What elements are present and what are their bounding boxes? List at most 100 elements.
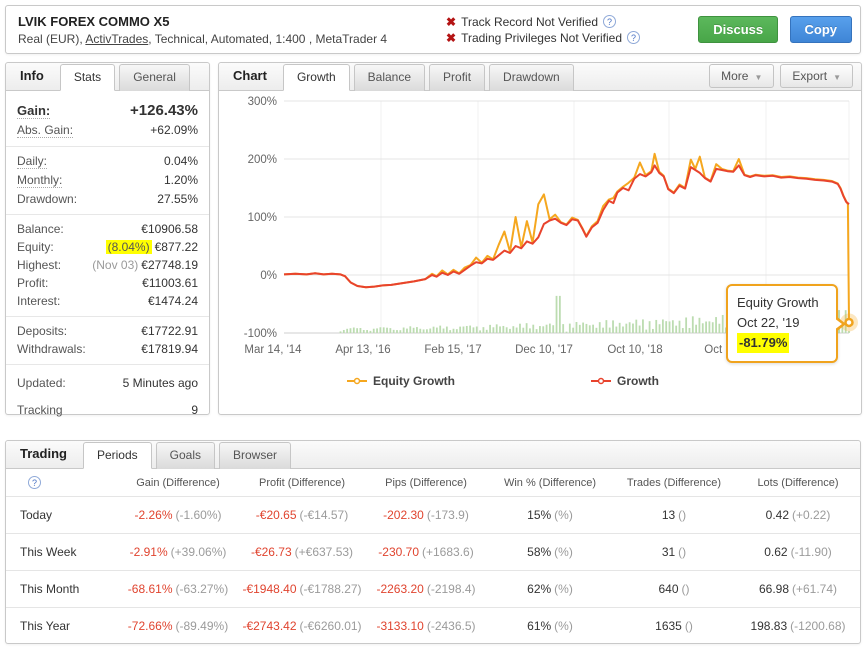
cell-value: -€26.73 [251,545,292,559]
stat-value: +126.43% [130,102,198,119]
cell-difference: (+€637.53) [295,545,353,559]
chevron-down-icon: ▼ [833,73,841,82]
stat-row: Highest:(Nov 03)€27748.19 [6,256,209,274]
cell-difference: (%) [554,619,573,633]
cell-value: 0.42 [766,508,789,522]
stat-value: €10906.58 [141,222,198,236]
stat-number: 5 Minutes ago [123,376,198,390]
cell-difference: (-63.27%) [176,582,229,596]
y-tick-label: 0% [260,270,277,282]
column-header: Profit (Difference) [240,477,364,489]
help-icon[interactable]: ? [603,15,616,28]
period-label: Today [6,508,116,522]
tooltip-series: Equity Growth [737,293,827,313]
stat-group: Deposits:€17722.91Withdrawals:€17819.94 [6,316,209,360]
table-body: Today-2.26%(-1.60%)-€20.65(-€14.57)-202.… [6,496,860,644]
tab-profit[interactable]: Profit [429,64,485,91]
cell-value: -230.70 [378,545,419,559]
discuss-button[interactable]: Discuss [698,16,778,43]
stat-row: Balance: €10906.58 [6,220,209,238]
stat-number: €17819.94 [141,342,198,356]
stat-value: 0.04% [164,154,198,168]
trading-panel-label: Trading [14,446,83,468]
cell-value: 61% [527,619,551,633]
stat-label: Highest: [17,258,61,272]
table-cell: 1635() [612,619,736,633]
stat-value: 27.55% [157,192,198,206]
stat-number: €11003.61 [142,276,198,290]
table-help-cell: ? [6,476,116,489]
cell-difference: (-1.60%) [176,508,222,522]
tab-stats[interactable]: Stats [60,64,115,91]
stat-row: Equity:(8.04%)€877.22 [6,238,209,256]
sidebar-tabs: StatsGeneral [60,64,194,90]
cell-difference: (-89.49%) [176,619,229,633]
x-tick-label: Mar 14, '14 [244,344,302,356]
stat-group: Gain:+126.43%Abs. Gain:+62.09% [6,98,209,142]
not-verified-icon: ✖ [446,15,456,29]
column-header: Lots (Difference) [736,477,860,489]
cell-value: 31 [662,545,675,559]
more-button[interactable]: More▼ [709,64,774,88]
growth-chart[interactable]: 300%200%100%0%-100%Mar 14, '14Apr 13, '1… [219,91,863,416]
cell-value: 640 [658,582,678,596]
stat-row: Tracking9 [6,397,209,424]
table-cell: -202.30(-173.9) [364,508,488,522]
broker-link[interactable]: ActivTrades [85,32,148,46]
chart-toolbar: More▼ Export▼ [709,64,853,90]
cell-difference: (-173.9) [427,508,469,522]
cell-difference: (+61.74) [792,582,837,596]
cell-value: -€2743.42 [242,619,296,633]
help-icon[interactable]: ? [28,476,41,489]
copy-button[interactable]: Copy [790,16,853,43]
legend-item[interactable]: Equity Growth [373,374,455,388]
cell-difference: () [678,508,686,522]
table-cell: 0.62(-11.90) [736,545,860,559]
stat-label: Tracking [17,403,63,417]
cell-difference: (-11.90) [791,545,832,559]
stat-value: €11003.61 [142,276,198,290]
stat-value: +62.09% [150,123,198,137]
verification-block: ✖Track Record Not Verified?✖Trading Priv… [446,13,698,47]
tab-growth[interactable]: Growth [283,64,350,91]
cell-difference: (+0.22) [792,508,830,522]
cell-value: -€1948.40 [242,582,296,596]
table-cell: -€20.65(-€14.57) [240,508,364,522]
tab-general[interactable]: General [119,64,190,91]
x-tick-label: Dec 10, '17 [515,344,573,356]
verification-line: ✖Track Record Not Verified? [446,15,698,29]
table-cell: -72.66%(-89.49%) [116,619,240,633]
account-header-bar: LVIK FOREX COMMO X5 Real (EUR), ActivTra… [5,5,861,54]
period-label: This Week [6,545,116,559]
export-button[interactable]: Export▼ [780,64,853,88]
cell-difference: (+39.06%) [171,545,227,559]
tab-drawdown[interactable]: Drawdown [489,64,574,91]
stat-group: Daily:0.04%Monthly:1.20%Drawdown:27.55% [6,146,209,210]
tab-balance[interactable]: Balance [354,64,425,91]
legend-item[interactable]: Growth [617,374,659,388]
stat-row: Profit:€11003.61 [6,274,209,292]
column-header: Pips (Difference) [364,477,488,489]
cell-value: 66.98 [759,582,789,596]
y-tick-label: 200% [248,154,277,166]
table-cell: -68.61%(-63.27%) [116,582,240,596]
cell-difference: (%) [554,582,573,596]
cell-difference: (-€14.57) [300,508,349,522]
tab-browser[interactable]: Browser [219,442,291,469]
help-icon[interactable]: ? [627,31,640,44]
account-subtitle: Real (EUR), ActivTrades, Technical, Auto… [18,32,446,46]
account-title: LVIK FOREX COMMO X5 [18,14,446,29]
chart-tabs: GrowthBalanceProfitDrawdown [283,64,578,90]
stat-number: €17722.91 [141,324,198,338]
cell-value: -2.91% [130,545,168,559]
stat-label: Balance: [17,222,64,236]
stat-row: Deposits:€17722.91 [6,322,209,340]
cell-value: -68.61% [128,582,173,596]
stat-value: (8.04%)€877.22 [106,240,198,254]
table-cell: 31() [612,545,736,559]
table-cell: 58%(%) [488,545,612,559]
table-row: This Year-72.66%(-89.49%)-€2743.42(-€626… [6,607,860,644]
tooltip-arrow [834,318,842,330]
tab-periods[interactable]: Periods [83,442,152,469]
tab-goals[interactable]: Goals [156,442,215,469]
